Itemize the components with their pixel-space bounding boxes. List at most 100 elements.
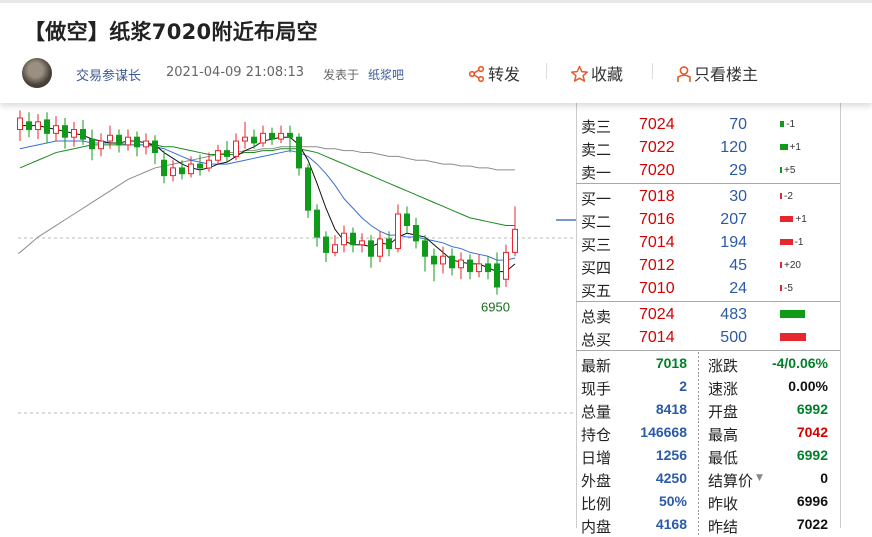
- candle-body: [359, 240, 365, 246]
- moving-average-longest: [17, 146, 515, 254]
- level-label: 总卖: [581, 308, 612, 326]
- volume-bar: [780, 262, 782, 268]
- dropdown-caret-icon[interactable]: ▼: [756, 473, 763, 483]
- level-price: 7020: [639, 162, 675, 179]
- volume-bar: [780, 285, 782, 291]
- candle-body: [278, 132, 284, 140]
- level-volume: 483: [720, 306, 747, 323]
- volume-change: -1: [794, 237, 804, 248]
- level-volume: 45: [729, 257, 747, 274]
- volume-bar: [780, 167, 782, 173]
- candle-body: [377, 238, 383, 257]
- forum-link[interactable]: 纸浆吧: [368, 66, 404, 83]
- level-price: 7014: [639, 234, 675, 251]
- candle-body: [17, 117, 23, 131]
- stats-row: 外盘 4250 结算价 ▼ 0: [576, 467, 840, 490]
- candle-body: [179, 167, 185, 175]
- level-volume: 207: [720, 211, 747, 228]
- order-book-row[interactable]: 卖二 7022 120 +1: [576, 136, 840, 159]
- order-book-row[interactable]: 总卖 7024 483: [576, 303, 840, 326]
- stat-value: 0.00%: [788, 378, 828, 394]
- stat-value: 6992: [796, 401, 828, 417]
- candle-body: [71, 129, 77, 138]
- candle-body: [62, 125, 68, 138]
- level-price: 7016: [639, 211, 675, 228]
- stat-label: 总量: [581, 403, 612, 421]
- share-button[interactable]: 转发: [468, 61, 520, 85]
- author-avatar[interactable]: [22, 58, 52, 88]
- level-volume: 120: [720, 139, 747, 156]
- favorite-button[interactable]: 收藏: [570, 61, 623, 85]
- candle-body: [242, 136, 248, 142]
- stats-column-divider: [698, 513, 699, 536]
- volume-change: -2: [784, 191, 793, 202]
- stat-label: 结算价: [708, 472, 754, 490]
- stats-column-divider: [698, 421, 699, 444]
- volume-bar: [780, 144, 788, 150]
- candle-body: [476, 263, 482, 273]
- order-book-row[interactable]: 买二 7016 207 +1: [576, 208, 840, 231]
- panel-border-right: [840, 85, 841, 528]
- candle-body: [107, 134, 113, 142]
- candle-body: [404, 213, 410, 227]
- candle-body: [188, 163, 194, 175]
- volume-change: +5: [784, 165, 796, 176]
- candle-body: [206, 159, 212, 169]
- candle-body: [440, 255, 446, 265]
- level-volume: 70: [729, 116, 747, 133]
- candle-body: [422, 240, 428, 257]
- order-book-row[interactable]: 买五 7010 24 -5: [576, 277, 840, 300]
- volume-change: -1: [786, 119, 796, 130]
- stats-column-divider: [698, 467, 699, 490]
- volume-change: +20: [784, 260, 801, 271]
- stat-value: 1256: [655, 447, 687, 463]
- stats-row: 最新 7018 涨跌 -4/0.06%: [576, 352, 840, 375]
- candle-body: [431, 255, 437, 265]
- stat-value: 7022: [796, 516, 828, 532]
- level-volume: 24: [729, 280, 747, 297]
- stat-label: 昨收: [708, 495, 739, 513]
- candle-body: [152, 140, 158, 154]
- author-name-link[interactable]: 交易参谋长: [76, 65, 141, 84]
- volume-change: -5: [784, 283, 793, 294]
- candle-body: [251, 136, 257, 144]
- stat-value: 6996: [796, 493, 828, 509]
- candle-body: [44, 119, 50, 134]
- order-book-row[interactable]: 总买 7014 500: [576, 326, 840, 349]
- level-price: 7010: [639, 280, 675, 297]
- order-book-row[interactable]: 买一 7018 30 -2: [576, 185, 840, 208]
- candle-body: [386, 238, 392, 250]
- candle-body: [134, 136, 140, 148]
- order-book-row[interactable]: 买三 7014 194 -1: [576, 231, 840, 254]
- quote-panel: 卖四7026286卖三702470-1卖二7022120+1卖一702029+5…: [576, 82, 844, 536]
- candle-body: [458, 259, 464, 269]
- stat-label: 比例: [581, 495, 612, 513]
- author-only-button[interactable]: 只看楼主: [676, 61, 758, 85]
- stats-row: 日增 1256 最低 6992: [576, 444, 840, 467]
- action-divider: [546, 63, 547, 79]
- candle-body: [89, 138, 95, 150]
- stat-label: 日增: [581, 449, 612, 467]
- order-book-row[interactable]: 买四 7012 45 +20: [576, 254, 840, 277]
- low-price-label: 6950: [481, 300, 510, 315]
- stat-value: 4168: [655, 516, 687, 532]
- level-volume: 194: [720, 234, 747, 251]
- order-book-row[interactable]: 卖一 7020 29 +5: [576, 159, 840, 182]
- order-book-row[interactable]: 卖三 7024 70 -1: [576, 113, 840, 136]
- candle-body: [35, 121, 41, 131]
- candle-body: [305, 167, 311, 211]
- candle-body: [350, 232, 356, 246]
- stat-label: 昨结: [708, 518, 739, 536]
- stat-value: 0: [820, 470, 828, 486]
- level-label: 买四: [581, 259, 612, 277]
- candle-body: [323, 236, 329, 253]
- stat-label: 现手: [581, 380, 612, 398]
- chart-grid: [18, 219, 576, 414]
- stats-row: 持仓 146668 最高 7042: [576, 421, 840, 444]
- candle-body: [125, 136, 131, 146]
- row-separator: [576, 183, 840, 184]
- stat-value: 6992: [796, 447, 828, 463]
- level-price: 7024: [639, 116, 675, 133]
- candle-body: [368, 240, 374, 257]
- stat-value: 8418: [655, 401, 687, 417]
